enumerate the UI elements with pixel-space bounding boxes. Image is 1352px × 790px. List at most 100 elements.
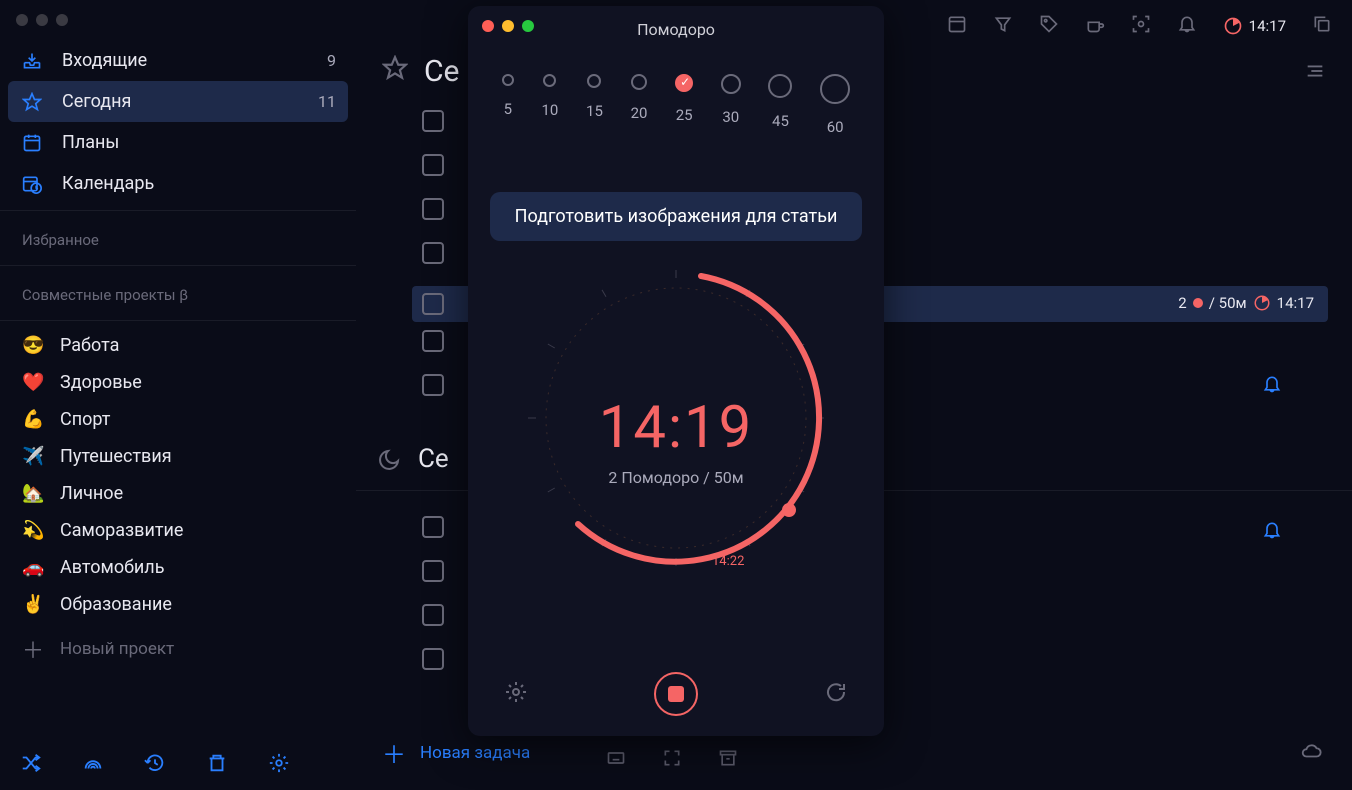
sidebar-item-calendar[interactable]: Календарь	[0, 163, 356, 204]
shuffle-icon[interactable]	[20, 752, 42, 778]
main-title-row: Се	[382, 54, 459, 89]
project-item-car[interactable]: 🚗Автомобиль	[0, 549, 356, 586]
project-item-selfdev[interactable]: 💫Саморазвитие	[0, 512, 356, 549]
circle-icon	[721, 74, 741, 94]
rainbow-icon[interactable]	[82, 752, 104, 778]
plus-icon: ＋	[22, 633, 44, 665]
calendar-icon[interactable]	[947, 14, 967, 38]
task-checkbox[interactable]	[422, 374, 444, 396]
project-label: Личное	[60, 483, 123, 504]
page-title: Се	[424, 54, 459, 89]
emoji-icon: ✈️	[22, 446, 44, 467]
duration-25-selected[interactable]: 25	[675, 74, 693, 136]
project-item-travel[interactable]: ✈️ Путешествия	[0, 438, 356, 475]
gear-icon[interactable]	[268, 752, 290, 778]
sidebar-item-today[interactable]: Сегодня 11	[8, 81, 348, 122]
sidebar-item-inbox[interactable]: Входящие 9	[0, 40, 356, 81]
sidebar-shared-header: Совместные проекты β	[0, 272, 356, 314]
emoji-icon: 😎	[22, 335, 44, 356]
calendar-clock-icon	[22, 174, 50, 194]
task-checkbox[interactable]	[422, 560, 444, 582]
scan-icon[interactable]	[1131, 14, 1151, 38]
circle-icon	[543, 74, 556, 87]
duration-label: 45	[772, 112, 789, 130]
expand-icon[interactable]	[662, 748, 682, 772]
pomodoro-clock-badge[interactable]: 14:17	[1223, 16, 1286, 36]
task-checkbox[interactable]	[422, 198, 444, 220]
duration-label: 30	[722, 108, 739, 126]
tag-icon[interactable]	[1039, 14, 1059, 38]
pomodoro-controls	[468, 672, 884, 716]
task-list-1	[422, 110, 444, 418]
project-label: Здоровье	[60, 372, 142, 393]
new-task-button[interactable]: ＋ Новая задача	[382, 735, 530, 770]
reminder-bell-icon[interactable]	[1262, 520, 1282, 544]
traffic-close-icon[interactable]	[16, 14, 28, 26]
inbox-icon	[22, 51, 50, 71]
divider	[0, 210, 356, 211]
copy-icon[interactable]	[1312, 14, 1332, 38]
sidebar-favorites-header: Избранное	[0, 217, 356, 259]
sidebar-item-plans[interactable]: Планы	[0, 122, 356, 163]
plus-icon: ＋	[382, 735, 406, 770]
duration-30[interactable]: 30	[721, 74, 741, 136]
emoji-icon: ❤️	[22, 372, 44, 393]
coffee-icon[interactable]	[1085, 14, 1105, 38]
archive-icon[interactable]	[718, 748, 738, 772]
traffic-maximize-icon[interactable]	[56, 14, 68, 26]
project-item-personal[interactable]: 🏡Личное	[0, 475, 356, 512]
clock-time: 14:17	[1249, 17, 1286, 35]
duration-5[interactable]: 5	[502, 74, 514, 136]
current-task-chip[interactable]: Подготовить изображения для статьи	[490, 192, 862, 241]
add-project-button[interactable]: ＋ Новый проект	[0, 623, 356, 675]
duration-45[interactable]: 45	[768, 74, 792, 136]
filter-icon[interactable]	[993, 14, 1013, 38]
task-checkbox[interactable]	[422, 242, 444, 264]
menu-toggle-icon[interactable]	[1304, 60, 1326, 86]
emoji-icon: ✌️	[22, 594, 44, 615]
timer-display: 14:19	[468, 394, 884, 462]
task-checkbox[interactable]	[422, 293, 444, 315]
pomodoro-title: Помодоро	[468, 20, 884, 39]
reminder-bell-icon[interactable]	[1262, 374, 1282, 398]
circle-icon	[820, 74, 850, 104]
sidebar-calendar-label: Календарь	[62, 173, 336, 194]
duration-15[interactable]: 15	[586, 74, 603, 136]
duration-10[interactable]: 10	[542, 74, 559, 136]
traffic-minimize-icon[interactable]	[36, 14, 48, 26]
pomodoro-reset-button[interactable]	[824, 680, 848, 708]
star-outline-icon[interactable]	[382, 54, 408, 89]
task-checkbox[interactable]	[422, 154, 444, 176]
duration-label: 60	[827, 118, 844, 136]
sidebar-plans-label: Планы	[62, 132, 336, 153]
bottom-toolbar	[606, 748, 738, 772]
task-checkbox[interactable]	[422, 648, 444, 670]
pomo-dot-icon	[1193, 298, 1203, 308]
pomodoro-stop-button[interactable]	[654, 672, 698, 716]
project-item-education[interactable]: ✌️Образование	[0, 586, 356, 623]
calendar-range-icon	[22, 133, 50, 153]
task-checkbox[interactable]	[422, 110, 444, 132]
main-window-traffic-lights	[16, 14, 68, 26]
project-item-health[interactable]: ❤️ Здоровье	[0, 364, 356, 401]
task-checkbox[interactable]	[422, 604, 444, 626]
history-icon[interactable]	[144, 752, 166, 778]
project-label: Путешествия	[60, 446, 172, 467]
trash-icon[interactable]	[206, 752, 228, 778]
task-list-2	[422, 516, 444, 692]
project-item-sport[interactable]: 💪Спорт	[0, 401, 356, 438]
duration-60[interactable]: 60	[820, 74, 850, 136]
pomodoro-settings-button[interactable]	[504, 680, 528, 708]
task-checkbox[interactable]	[422, 516, 444, 538]
evening-section-header[interactable]: Се	[378, 444, 449, 474]
star-icon	[22, 92, 50, 112]
duration-20[interactable]: 20	[631, 74, 648, 136]
task-checkbox[interactable]	[422, 330, 444, 352]
task-meta: 2 / 50м 14:17	[1178, 294, 1314, 312]
sync-cloud-icon[interactable]	[1300, 740, 1322, 766]
circle-icon	[631, 74, 647, 90]
project-item-work[interactable]: 😎Работа	[0, 327, 356, 364]
keyboard-icon[interactable]	[606, 748, 626, 772]
moon-icon	[378, 447, 402, 471]
bell-icon[interactable]	[1177, 14, 1197, 38]
